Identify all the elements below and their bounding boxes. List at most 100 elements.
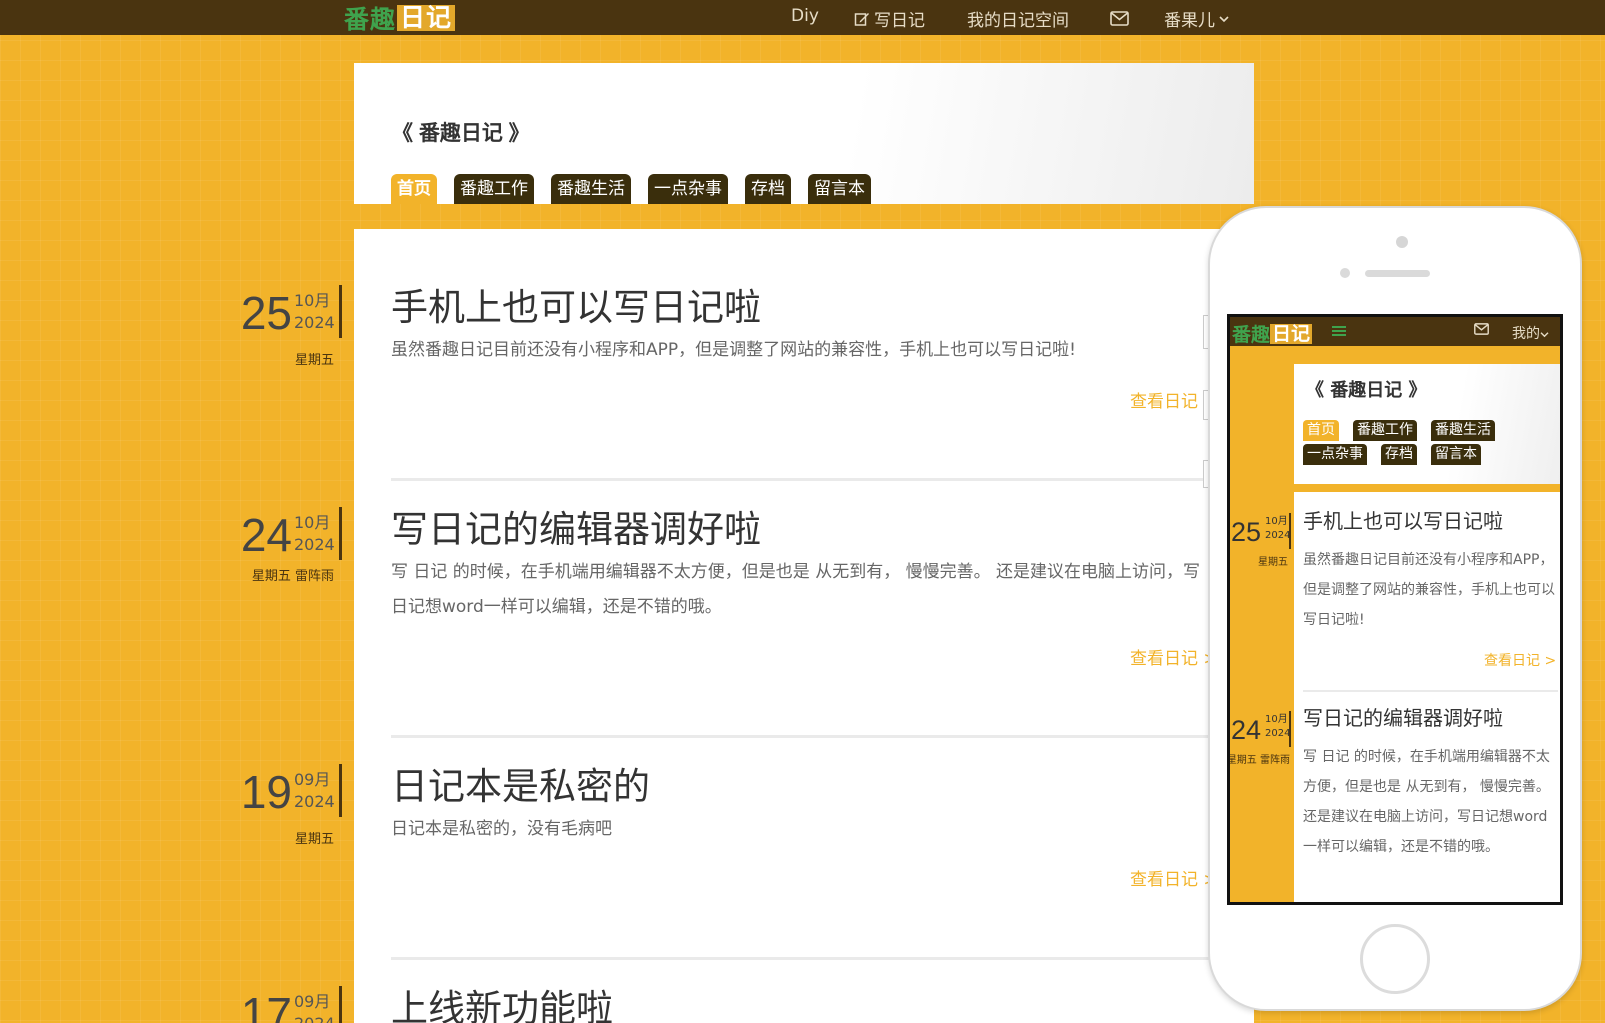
post-day: 19 bbox=[240, 766, 292, 818]
mobile-tab-misc[interactable]: 一点杂事 bbox=[1303, 444, 1367, 465]
post-date: 25 10月 2024 星期五 bbox=[202, 285, 342, 368]
phone-camera bbox=[1396, 236, 1408, 248]
post-weekday: 星期五 bbox=[294, 353, 334, 368]
post-day: 24 bbox=[240, 509, 292, 561]
nav-user-label: 番果儿 bbox=[1164, 11, 1215, 31]
tab-misc[interactable]: 一点杂事 bbox=[648, 174, 728, 204]
mobile-post-title[interactable]: 手机上也可以写日记啦 bbox=[1303, 505, 1503, 534]
mobile-post-summary: 写 日记 的时候，在手机端用编辑器不太方便，但是也是 从无到有， 慢慢完善。 还… bbox=[1303, 749, 1550, 855]
post-summary: 虽然番趣日记目前还没有小程序和APP，但是调整了网站的兼容性，手机上也可以写日记… bbox=[391, 340, 1076, 360]
nav-write-diary-link[interactable]: 写日记 bbox=[854, 6, 925, 31]
post-date: 19 09月 2024 星期五 bbox=[202, 764, 342, 847]
post-month-year: 09月 2024 bbox=[294, 769, 335, 813]
logo-text-part1: 番趣 bbox=[344, 4, 397, 34]
mobile-category-tabs: 首页 番趣工作 番趣生活 一点杂事 存档 留言本 bbox=[1303, 420, 1553, 465]
mobile-navbar: 番趣 日记 我的 bbox=[1230, 317, 1560, 346]
edit-icon bbox=[854, 9, 870, 29]
mobile-logo[interactable]: 番趣 日记 bbox=[1232, 320, 1313, 347]
mobile-post-day: 24 bbox=[1231, 715, 1262, 745]
read-more-link[interactable]: 查看日记 > bbox=[1130, 644, 1218, 669]
post-title[interactable]: 写日记的编辑器调好啦 bbox=[391, 499, 761, 553]
post-title[interactable]: 上线新功能啦 bbox=[391, 978, 613, 1023]
post-weekday: 星期五 bbox=[294, 832, 334, 847]
mobile-tab-guestbook[interactable]: 留言本 bbox=[1431, 444, 1481, 465]
mobile-tab-archive[interactable]: 存档 bbox=[1381, 444, 1417, 465]
tab-archive[interactable]: 存档 bbox=[745, 174, 791, 204]
post-year: 2024 bbox=[294, 313, 335, 332]
mobile-post-weekday: 星期五 雷阵雨 bbox=[1227, 755, 1290, 766]
post-month: 09月 bbox=[294, 992, 331, 1011]
mobile-logo-part1: 番趣 bbox=[1232, 324, 1271, 346]
mobile-post-summary: 虽然番趣日记目前还没有小程序和APP，但是调整了网站的兼容性，手机上也可以写日记… bbox=[1303, 552, 1555, 628]
mobile-tab-home[interactable]: 首页 bbox=[1303, 420, 1339, 441]
phone-screen: 番趣 日记 我的 《 番趣日记 》 首页 番趣工作 番趣生活 一点杂事 存档 留言… bbox=[1227, 314, 1563, 905]
category-tabs: 首页 番趣工作 番趣生活 一点杂事 存档 留言本 bbox=[391, 174, 888, 204]
mobile-post-month-year: 10月 2024 bbox=[1265, 713, 1290, 741]
mobile-read-more-link[interactable]: 查看日记 > bbox=[1484, 650, 1556, 670]
post-day: 17 bbox=[240, 988, 292, 1023]
post-summary: 写 日记 的时候，在手机端用编辑器不太方便，但是也是 从无到有， 慢慢完善。 还… bbox=[391, 562, 1201, 617]
post-date: 17 09月 2024 bbox=[202, 986, 342, 1023]
date-divider-bar bbox=[1289, 711, 1291, 747]
mail-icon bbox=[1110, 8, 1129, 28]
nav-write-diary-label: 写日记 bbox=[874, 11, 925, 31]
post-month: 10月 bbox=[294, 513, 331, 532]
top-navbar: 番趣 日记 Diy 写日记 我的日记空间 番果儿 bbox=[0, 0, 1605, 35]
mobile-post-weekday: 星期五 bbox=[1258, 557, 1288, 568]
phone-sensor bbox=[1340, 268, 1350, 278]
chevron-down-icon bbox=[1540, 326, 1549, 342]
mobile-post-year: 2024 bbox=[1265, 530, 1291, 541]
post-title[interactable]: 日记本是私密的 bbox=[391, 756, 650, 810]
mobile-post-title[interactable]: 写日记的编辑器调好啦 bbox=[1303, 702, 1503, 731]
tab-guestbook[interactable]: 留言本 bbox=[808, 174, 871, 204]
phone-speaker bbox=[1365, 270, 1430, 277]
post-title[interactable]: 手机上也可以写日记啦 bbox=[391, 277, 761, 331]
site-title: 《 番趣日记 》 bbox=[392, 122, 530, 145]
mobile-tab-work[interactable]: 番趣工作 bbox=[1353, 420, 1417, 441]
tab-home[interactable]: 首页 bbox=[391, 174, 437, 204]
date-divider-bar bbox=[339, 986, 342, 1023]
date-divider-bar bbox=[339, 285, 342, 338]
post-month-year: 10月 2024 bbox=[294, 290, 335, 334]
date-divider-bar bbox=[339, 507, 342, 560]
mobile-tab-life[interactable]: 番趣生活 bbox=[1431, 420, 1495, 441]
post-year: 2024 bbox=[294, 535, 335, 554]
nav-messages-link[interactable] bbox=[1110, 8, 1129, 28]
mobile-post-divider bbox=[1303, 690, 1558, 692]
post-month: 10月 bbox=[294, 291, 331, 310]
post-summary: 日记本是私密的，没有毛病吧 bbox=[391, 819, 612, 839]
phone-home-button bbox=[1360, 924, 1430, 994]
nav-my-space-label: 我的日记空间 bbox=[967, 11, 1069, 31]
post-divider bbox=[391, 735, 1211, 738]
hamburger-icon[interactable] bbox=[1332, 321, 1346, 341]
post-divider bbox=[391, 478, 1211, 481]
mobile-post-month-year: 10月 2024 bbox=[1265, 515, 1290, 543]
post-year: 2024 bbox=[294, 1014, 335, 1023]
post-day: 25 bbox=[240, 287, 292, 339]
post-list: 25 10月 2024 星期五 手机上也可以写日记啦 虽然番趣日记目前还没有小程序… bbox=[241, 229, 1254, 1023]
post-month-year: 10月 2024 bbox=[294, 512, 335, 556]
mobile-post-year: 2024 bbox=[1265, 728, 1291, 739]
mobile-user-dropdown[interactable]: 我的 bbox=[1512, 323, 1549, 343]
mobile-post-month: 10月 bbox=[1265, 516, 1288, 527]
tab-work[interactable]: 番趣工作 bbox=[454, 174, 534, 204]
mobile-logo-part2: 日记 bbox=[1270, 322, 1313, 345]
read-more-link[interactable]: 查看日记 > bbox=[1130, 865, 1218, 890]
site-header-card: 《 番趣日记 》 首页 番趣工作 番趣生活 一点杂事 存档 留言本 bbox=[354, 63, 1254, 204]
nav-diy-label: Diy bbox=[791, 6, 819, 26]
logo-text-part2: 日记 bbox=[397, 4, 456, 31]
post-year: 2024 bbox=[294, 792, 335, 811]
mobile-site-title: 《 番趣日记 》 bbox=[1306, 380, 1427, 401]
post-weekday: 星期五 雷阵雨 bbox=[251, 569, 334, 584]
mobile-user-label: 我的 bbox=[1512, 326, 1540, 342]
nav-my-space-link[interactable]: 我的日记空间 bbox=[967, 6, 1069, 31]
nav-diy-link[interactable]: Diy bbox=[791, 6, 819, 26]
mobile-post-date: 25 10月 2024 星期五 bbox=[1230, 509, 1292, 568]
date-divider-bar bbox=[1289, 513, 1291, 549]
tab-life[interactable]: 番趣生活 bbox=[551, 174, 631, 204]
nav-user-dropdown[interactable]: 番果儿 bbox=[1164, 6, 1229, 31]
site-logo[interactable]: 番趣 日记 bbox=[344, 3, 456, 34]
mail-icon[interactable] bbox=[1474, 321, 1489, 337]
post-divider bbox=[391, 957, 1211, 960]
date-divider-bar bbox=[339, 764, 342, 817]
